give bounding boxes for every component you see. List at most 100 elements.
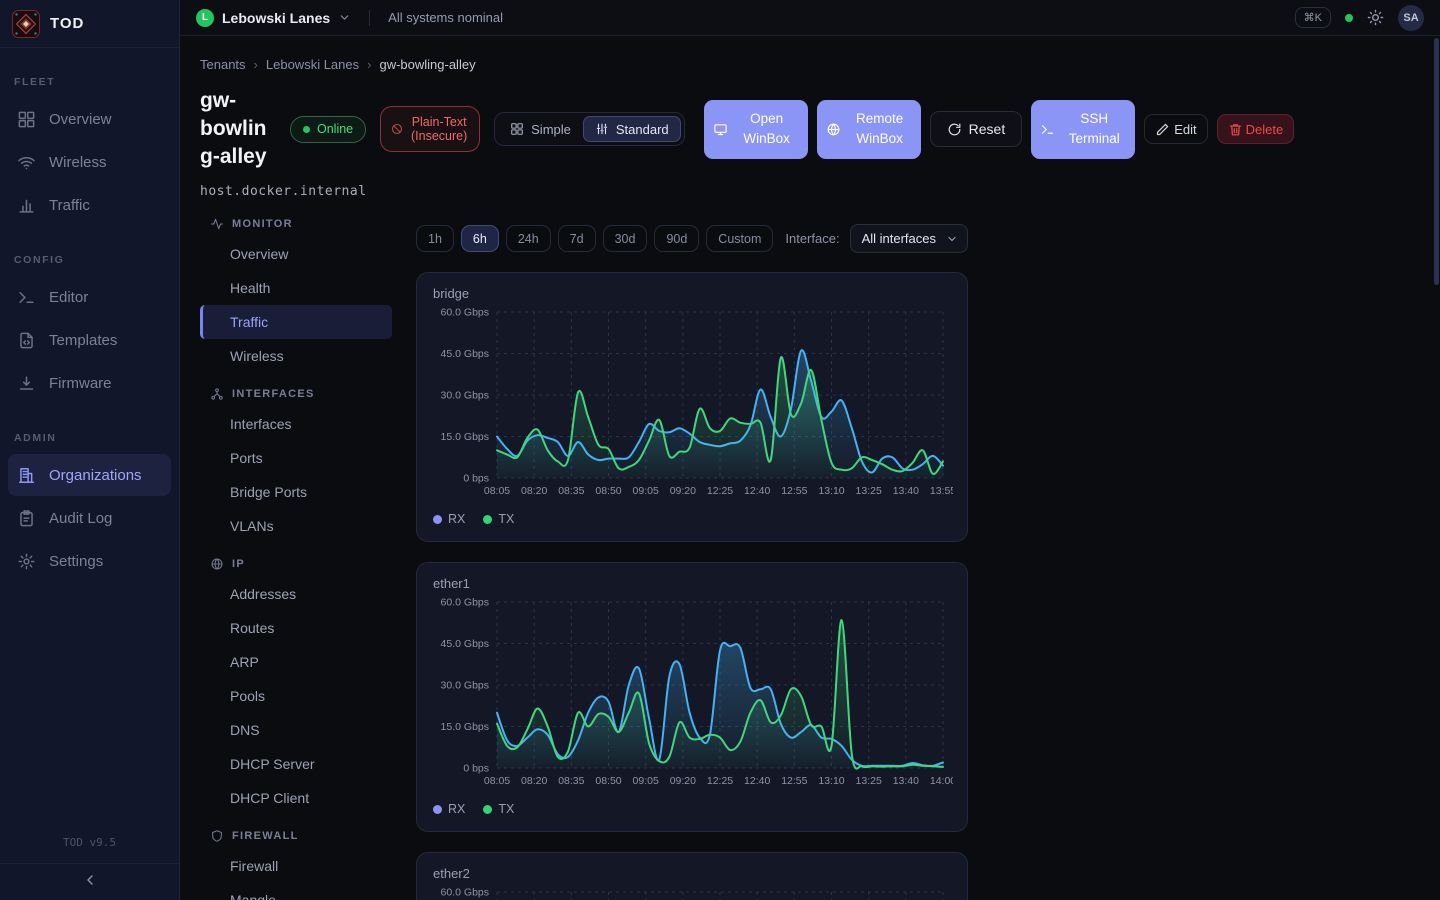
breadcrumb-item-lebowski-lanes[interactable]: Lebowski Lanes xyxy=(266,57,359,72)
breadcrumb-item-tenants[interactable]: Tenants xyxy=(200,57,246,72)
download-icon xyxy=(17,374,36,393)
device-nav-item-dns[interactable]: DNS xyxy=(200,713,392,747)
legend-label: TX xyxy=(498,512,514,526)
range-6h-button[interactable]: 6h xyxy=(461,225,499,252)
sidebar-section-fleet: FLEET xyxy=(0,76,179,88)
sidebar-item-wireless[interactable]: Wireless xyxy=(8,141,171,183)
open-winbox-button[interactable]: Open WinBox xyxy=(704,100,808,159)
page-scrollbar-thumb[interactable] xyxy=(1434,38,1439,285)
remote-winbox-button[interactable]: Remote WinBox xyxy=(817,100,921,159)
user-avatar[interactable]: SA xyxy=(1398,5,1424,31)
device-host: host.docker.internal xyxy=(200,184,1440,199)
device-nav-item-pools[interactable]: Pools xyxy=(200,679,392,713)
device-nav-item-routes[interactable]: Routes xyxy=(200,611,392,645)
svg-text:60.0 Gbps: 60.0 Gbps xyxy=(441,887,489,899)
device-nav-item-health[interactable]: Health xyxy=(200,271,392,305)
view-mode-standard[interactable]: Standard xyxy=(583,116,681,142)
theme-toggle-icon[interactable] xyxy=(1367,9,1384,26)
range-7d-button[interactable]: 7d xyxy=(558,225,596,252)
online-status-badge: Online xyxy=(290,116,366,143)
range-24h-button[interactable]: 24h xyxy=(506,225,551,252)
device-nav-item-traffic[interactable]: Traffic xyxy=(200,305,392,339)
ssh-terminal-button[interactable]: SSH Terminal xyxy=(1031,100,1135,159)
sidebar-item-settings[interactable]: Settings xyxy=(8,540,171,582)
device-nav-item-addresses[interactable]: Addresses xyxy=(200,577,392,611)
svg-text:60.0 Gbps: 60.0 Gbps xyxy=(441,597,489,609)
device-nav-item-ports[interactable]: Ports xyxy=(200,441,392,475)
chart-card-ether1: ether10 bps15.0 Gbps30.0 Gbps45.0 Gbps60… xyxy=(416,562,968,832)
sidebar-collapse-button[interactable] xyxy=(0,863,179,900)
chart-plot: 0 bps15.0 Gbps30.0 Gbps45.0 Gbps60.0 Gbp… xyxy=(433,886,953,900)
svg-text:08:35: 08:35 xyxy=(558,775,584,787)
nav-group-ip: IP xyxy=(210,557,392,571)
device-nav-item-arp[interactable]: ARP xyxy=(200,645,392,679)
svg-text:0 bps: 0 bps xyxy=(463,763,489,775)
range-custom-button[interactable]: Custom xyxy=(706,225,773,252)
shield-icon xyxy=(210,829,224,843)
device-nav-item-dhcp-server[interactable]: DHCP Server xyxy=(200,747,392,781)
legend-rx: RX xyxy=(433,802,465,816)
chart-plot: 0 bps15.0 Gbps30.0 Gbps45.0 Gbps60.0 Gbp… xyxy=(433,596,953,792)
chevron-right-icon: › xyxy=(254,57,258,72)
charts-container: bridge0 bps15.0 Gbps30.0 Gbps45.0 Gbps60… xyxy=(416,272,968,900)
terminal-icon xyxy=(1040,122,1055,137)
sidebar-section-config: CONFIG xyxy=(0,254,179,266)
sidebar-item-editor[interactable]: Editor xyxy=(8,276,171,318)
svg-text:13:40: 13:40 xyxy=(893,775,919,787)
device-nav-item-firewall[interactable]: Firewall xyxy=(200,849,392,883)
range-1h-button[interactable]: 1h xyxy=(416,225,454,252)
svg-text:14:00: 14:00 xyxy=(930,775,953,787)
app-title: TOD xyxy=(50,15,84,32)
view-mode-simple[interactable]: Simple xyxy=(498,116,583,142)
interface-select[interactable]: All interfaces xyxy=(850,224,968,253)
chart-plot: 0 bps15.0 Gbps30.0 Gbps45.0 Gbps60.0 Gbp… xyxy=(433,306,953,502)
online-dot-icon xyxy=(303,126,310,133)
svg-text:30.0 Gbps: 30.0 Gbps xyxy=(441,390,489,402)
device-nav-item-dhcp-client[interactable]: DHCP Client xyxy=(200,781,392,815)
sidebar-item-firmware[interactable]: Firmware xyxy=(8,362,171,404)
svg-text:09:05: 09:05 xyxy=(633,485,659,497)
sidebar-item-label: Firmware xyxy=(49,375,112,392)
view-mode-label: Simple xyxy=(531,122,571,137)
edit-button[interactable]: Edit xyxy=(1144,114,1207,144)
sidebar-item-organizations[interactable]: Organizations xyxy=(8,454,171,496)
tenant-name: Lebowski Lanes xyxy=(222,10,330,26)
svg-text:09:05: 09:05 xyxy=(633,775,659,787)
sidebar-item-label: Overview xyxy=(49,111,112,128)
svg-text:15.0 Gbps: 15.0 Gbps xyxy=(441,431,489,443)
monitor-icon xyxy=(713,122,728,137)
delete-button[interactable]: Delete xyxy=(1217,114,1295,144)
svg-text:08:35: 08:35 xyxy=(558,485,584,497)
device-nav-item-bridge-ports[interactable]: Bridge Ports xyxy=(200,475,392,509)
file-code-icon xyxy=(17,331,36,350)
device-nav-item-overview[interactable]: Overview xyxy=(200,237,392,271)
sidebar-footer: TOD v9.5 xyxy=(0,836,179,900)
range-90d-button[interactable]: 90d xyxy=(654,225,699,252)
reset-button[interactable]: Reset xyxy=(930,111,1023,147)
sidebar-item-templates[interactable]: Templates xyxy=(8,319,171,361)
tenant-switcher[interactable]: L Lebowski Lanes xyxy=(196,9,351,27)
chart-legend: RX TX xyxy=(433,802,951,816)
svg-text:09:20: 09:20 xyxy=(670,485,696,497)
globe-icon xyxy=(210,557,224,571)
chart-card-ether2: ether20 bps15.0 Gbps30.0 Gbps45.0 Gbps60… xyxy=(416,852,968,900)
range-30d-button[interactable]: 30d xyxy=(603,225,648,252)
sidebar-item-traffic[interactable]: Traffic xyxy=(8,184,171,226)
legend-dot-icon xyxy=(483,805,492,814)
sidebar-item-label: Editor xyxy=(49,289,88,306)
nav-group-firewall: FIREWALL xyxy=(210,829,392,843)
svg-text:08:05: 08:05 xyxy=(484,775,510,787)
sidebar-item-overview[interactable]: Overview xyxy=(8,98,171,140)
svg-text:12:40: 12:40 xyxy=(744,775,770,787)
sidebar-item-audit-log[interactable]: Audit Log xyxy=(8,497,171,539)
sidebar-item-label: Audit Log xyxy=(49,510,112,527)
device-nav-item-vlans[interactable]: VLANs xyxy=(200,509,392,543)
device-nav-item-wireless[interactable]: Wireless xyxy=(200,339,392,373)
device-nav-item-mangle[interactable]: Mangle xyxy=(200,883,392,900)
interface-label: Interface: xyxy=(785,231,839,246)
insecure-warning-badge: Plain-Text (Insecure) xyxy=(380,106,480,152)
grid-icon xyxy=(510,122,524,136)
command-palette-button[interactable]: ⌘K xyxy=(1295,7,1331,28)
legend-label: TX xyxy=(498,802,514,816)
device-nav-item-interfaces[interactable]: Interfaces xyxy=(200,407,392,441)
